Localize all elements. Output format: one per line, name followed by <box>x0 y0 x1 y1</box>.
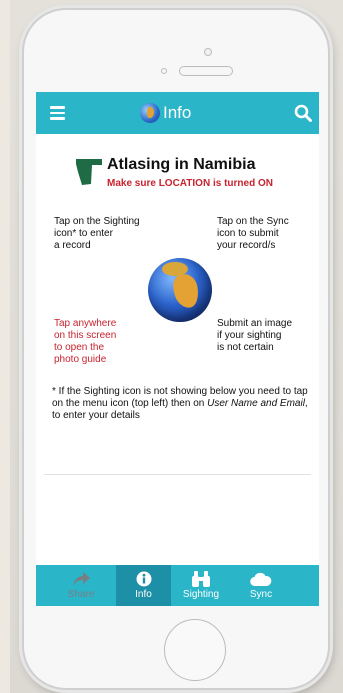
globe-icon <box>140 103 160 123</box>
info-content[interactable]: Atlasing in Namibia Make sure LOCATION i… <box>36 134 319 565</box>
tap-sighting-instruction: Tap on the Sighting icon* to enter a rec… <box>54 216 140 251</box>
app-screen: Info Atlasing in Namibia Make sure LOCAT… <box>36 92 319 606</box>
photo-guide-instruction: Tap anywhere on this screen to open the … <box>54 318 117 365</box>
binoculars-icon <box>191 570 211 588</box>
search-icon[interactable] <box>294 104 312 122</box>
nav-sync[interactable]: Sync <box>231 565 291 606</box>
nav-share-label: Share <box>67 589 95 600</box>
bottom-nav: Share Info Sighting Sync <box>36 565 319 606</box>
share-arrow-icon <box>71 570 91 588</box>
speaker-grille <box>179 66 233 76</box>
sighting-note: * If the Sighting icon is not showing be… <box>52 386 310 422</box>
page-title: Info <box>163 103 192 122</box>
heading: Atlasing in Namibia <box>107 156 256 173</box>
title-group: Info <box>140 101 191 125</box>
cloud-icon <box>250 570 272 588</box>
divider <box>44 474 311 475</box>
info-circle-icon <box>136 570 152 588</box>
nav-sighting[interactable]: Sighting <box>171 565 231 606</box>
camera-dot <box>204 48 212 56</box>
globe-image <box>148 258 212 322</box>
submit-image-instruction: Submit an image if your sighting is not … <box>217 318 293 353</box>
nav-info-label: Info <box>135 589 152 600</box>
tap-sync-instruction: Tap on the Sync icon to submit your reco… <box>217 216 289 251</box>
namibia-map-icon <box>76 159 102 185</box>
note-italic: User Name and Email <box>207 398 305 409</box>
hamburger-menu-icon[interactable] <box>50 106 65 120</box>
nav-share[interactable]: Share <box>46 565 116 606</box>
nav-info[interactable]: Info <box>116 565 171 606</box>
home-button[interactable] <box>164 619 226 681</box>
sensor-dot <box>161 68 167 74</box>
nav-sync-label: Sync <box>249 589 273 600</box>
nav-sighting-label: Sighting <box>182 589 220 600</box>
location-warning: Make sure LOCATION is turned ON <box>107 178 273 189</box>
top-bar: Info <box>36 92 319 134</box>
